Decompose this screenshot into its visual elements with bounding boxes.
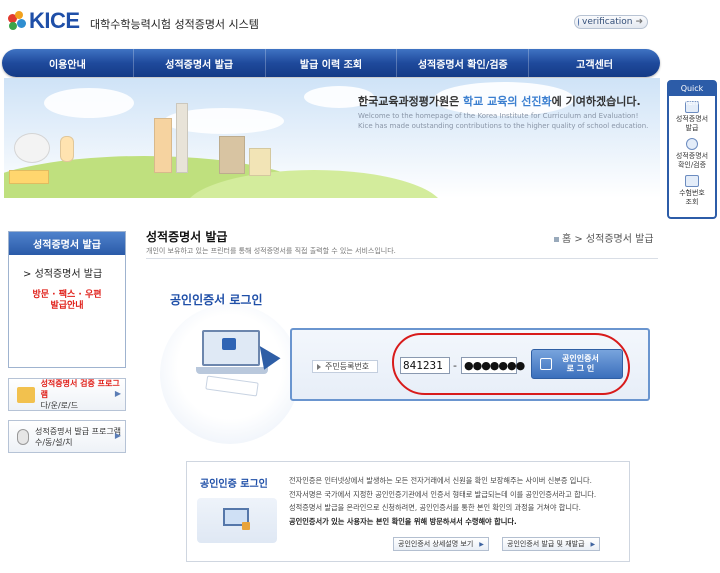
arrow-right-icon: ➜ [635, 17, 643, 27]
page-description: 개인이 보유하고 있는 프린터를 통해 성적증명서를 직접 출력할 수 있는 서… [146, 247, 396, 255]
triangle-icon [317, 363, 321, 370]
logo-text: KICE [29, 8, 80, 33]
main-nav: 이용안내 성적증명서 발급 발급 이력 조회 성적증명서 확인/검증 고객센터 [2, 49, 660, 77]
quick-menu-title: Quick Menu [669, 82, 715, 107]
laptop-base [196, 367, 268, 374]
quick-item-verify[interactable]: 성적증명서 확인/검증 [669, 138, 715, 170]
hand-drawn-red-circle [392, 333, 630, 395]
verification-label: verification [582, 17, 633, 27]
banner-slogan-english: Welcome to the homepage of the Korea Ins… [358, 112, 649, 130]
info-text: 전자인증은 인터넷상에서 발생하는 모든 전자거래에서 신원을 확인 보장해주는… [289, 476, 597, 526]
banner-slogan: 한국교육과정평가원은 학교 교육의 선진화에 기여하겠습니다. [358, 95, 641, 108]
title-divider [146, 258, 658, 259]
folder-icon [17, 386, 35, 403]
play-icon: ▶ [590, 540, 596, 548]
magnifier-icon [686, 138, 698, 150]
lock-icon [222, 338, 236, 350]
arrow-right-icon: ▶ [114, 431, 121, 440]
nav-item-issue[interactable]: 성적증명서 발급 [134, 49, 266, 77]
resident-number-label: 주민등록번호 [312, 360, 378, 373]
nav-item-verify[interactable]: 성적증명서 확인/검증 [397, 49, 530, 77]
system-title: 대학수학능력시험 성적증명서 시스템 [90, 18, 259, 31]
search-doc-icon [685, 175, 699, 187]
globe-icon [578, 18, 580, 26]
arrow-right-icon: ▶ [114, 389, 121, 398]
nav-item-guide[interactable]: 이용안내 [2, 49, 134, 77]
info-illustration [197, 498, 277, 543]
sidebar-menu: 성적증명서 발급 > 성적증명서 발급 방문 · 팩스 · 우편 발급안내 [8, 231, 126, 368]
kice-logo-icon [6, 10, 28, 32]
verify-program-download-button[interactable]: 성적증명서 검증 프로그램 다/운/로/드 ▶ [8, 378, 126, 411]
quick-item-exam-number[interactable]: 수험번호 조회 [669, 175, 715, 207]
verification-button[interactable]: verification ➜ [574, 15, 648, 29]
kice-logo[interactable]: KICE [6, 8, 80, 34]
sidebar-header: 성적증명서 발급 [9, 232, 125, 255]
play-icon: ▶ [479, 540, 484, 548]
nav-item-history[interactable]: 발급 이력 조회 [266, 49, 398, 77]
page-title: 성적증명서 발급 [146, 230, 228, 244]
breadcrumb-icon [554, 236, 559, 242]
sidebar-item-issue[interactable]: > 성적증명서 발급 [23, 265, 125, 280]
login-illustration-bg [160, 304, 300, 444]
cert-issue-button[interactable]: 공인인증서 발급 및 재발급 ▶ [502, 537, 601, 551]
sidebar-item-offline-guide[interactable]: 방문 · 팩스 · 우편 발급안내 [9, 290, 125, 312]
cert-detail-button[interactable]: 공인인증서 상세설명 보기 ▶ [393, 537, 489, 551]
breadcrumb: 홈 > 성적증명서 발급 [554, 230, 654, 245]
issue-program-install-button[interactable]: 성적증명서 발급 프로그램 수/동/설/치 ▶ [8, 420, 126, 453]
nav-item-support[interactable]: 고객센터 [529, 49, 660, 77]
info-title: 공인인증 로그인 [200, 479, 268, 490]
quick-menu: Quick Menu 성적증명서 발급 성적증명서 확인/검증 수험번호 조회 [667, 80, 717, 219]
lock-icon [242, 522, 250, 530]
mouse-icon [17, 428, 29, 445]
